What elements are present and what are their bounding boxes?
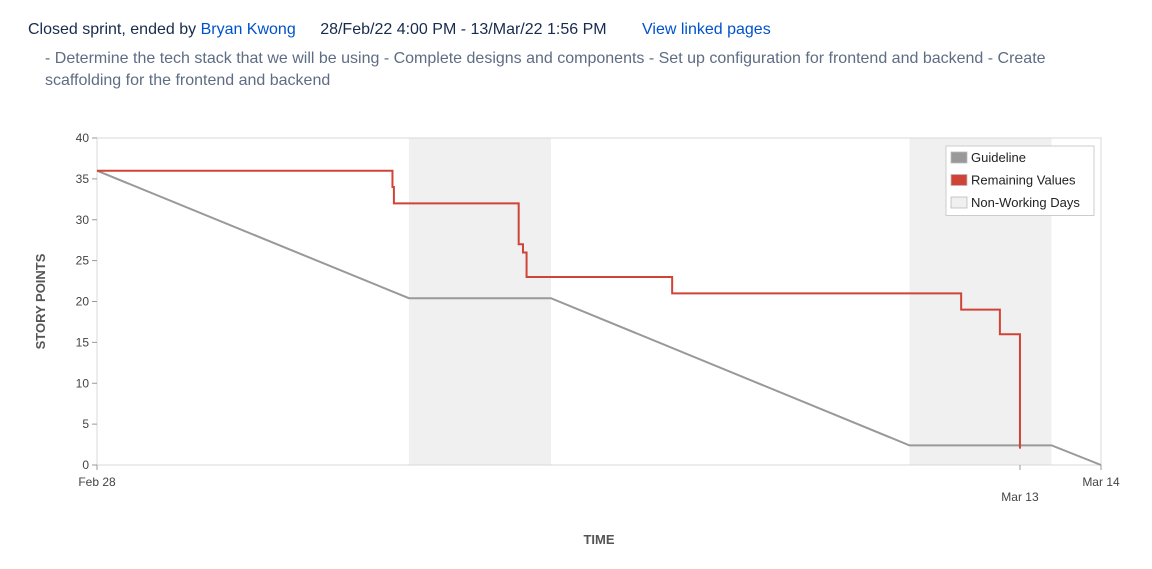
x-tick-label: Mar 13 xyxy=(1001,490,1039,504)
y-tick-label: 0 xyxy=(82,458,89,472)
y-tick-label: 35 xyxy=(76,172,90,186)
legend-swatch xyxy=(950,151,968,164)
legend-label: Guideline xyxy=(971,150,1026,165)
y-tick-label: 10 xyxy=(76,376,90,390)
x-axis-title: TIME xyxy=(583,532,614,547)
y-tick-label: 40 xyxy=(76,131,90,145)
y-tick-label: 15 xyxy=(76,335,90,349)
legend-swatch xyxy=(950,196,968,209)
x-tick-label: Feb 28 xyxy=(78,475,116,489)
non-working-days-band xyxy=(408,138,551,465)
y-tick-label: 30 xyxy=(76,213,90,227)
legend-swatch xyxy=(950,174,968,186)
legend-label: Remaining Values xyxy=(971,173,1076,188)
burndown-chart: 0 5 10 15 20 25 30 35 40 Feb 28 Mar 13 Mar 14 TIME ST… xyxy=(33,131,1120,547)
y-tick-label: 5 xyxy=(82,417,89,431)
y-tick-label: 20 xyxy=(76,295,90,309)
remaining-values-line xyxy=(97,169,1021,449)
legend-label: Non-Working Days xyxy=(971,195,1080,210)
y-tick-label: 25 xyxy=(76,254,90,268)
x-tick-label: Mar 14 xyxy=(1082,475,1120,489)
y-axis-title: STORY POINTS xyxy=(33,253,48,349)
